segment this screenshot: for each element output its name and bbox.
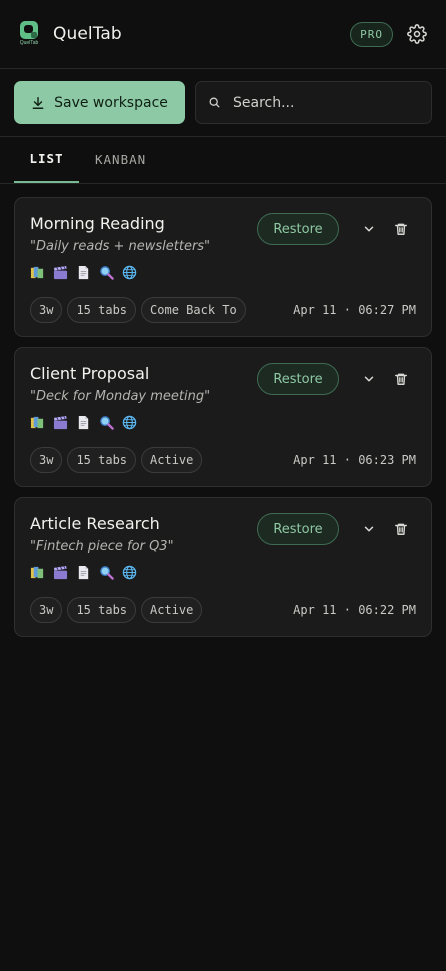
expand-button[interactable] — [355, 515, 383, 543]
globe-icon — [122, 415, 137, 429]
favicon-row — [30, 564, 416, 580]
pro-badge[interactable]: PRO — [350, 21, 393, 47]
expand-button[interactable] — [355, 365, 383, 393]
workspace-meta: 3w 15 tabs Active Apr 11 · 06:23 PM — [30, 447, 416, 473]
favicon-row — [30, 264, 416, 280]
workspace-timestamp: Apr 11 · 06:22 PM — [293, 603, 416, 617]
age-pill: 3w — [30, 447, 63, 473]
document-icon — [78, 265, 89, 279]
tab-count-pill: 15 tabs — [67, 597, 137, 623]
books-icon — [30, 416, 44, 428]
expand-button[interactable] — [355, 215, 383, 243]
download-icon — [32, 96, 44, 109]
logo-icon — [20, 21, 38, 39]
clapper-icon — [53, 415, 68, 429]
tab-kanban[interactable]: KANBAN — [79, 136, 162, 183]
document-icon — [78, 565, 89, 579]
app-logo: QuelTab — [17, 21, 41, 47]
delete-button[interactable] — [387, 365, 415, 393]
app-root: QuelTab QuelTab PRO Save workspace LIST — [0, 0, 446, 971]
workspace-card: Client Proposal "Deck for Monday meeting… — [14, 347, 432, 487]
restore-button[interactable]: Restore — [257, 363, 339, 395]
tab-count-pill: 15 tabs — [67, 297, 137, 323]
search-input[interactable] — [233, 94, 419, 111]
magnifier-icon — [100, 265, 114, 280]
view-tabs: LIST KANBAN — [0, 137, 446, 184]
restore-button[interactable]: Restore — [257, 213, 339, 245]
workspace-meta: 3w 15 tabs Active Apr 11 · 06:22 PM — [30, 597, 416, 623]
gear-icon — [407, 24, 427, 44]
workspace-card: Article Research "Fintech piece for Q3" … — [14, 497, 432, 637]
trash-icon — [395, 373, 407, 385]
workspace-list: Morning Reading "Daily reads + newslette… — [0, 184, 446, 637]
tab-count-pill: 15 tabs — [67, 447, 137, 473]
search-box[interactable] — [195, 81, 432, 124]
workspace-timestamp: Apr 11 · 06:27 PM — [293, 303, 416, 317]
globe-icon — [122, 565, 137, 579]
header: QuelTab QuelTab PRO — [0, 0, 446, 69]
search-icon — [209, 97, 220, 108]
document-icon — [78, 415, 89, 429]
settings-button[interactable] — [405, 22, 429, 46]
age-pill: 3w — [30, 297, 63, 323]
chevron-down-icon — [364, 376, 374, 382]
books-icon — [30, 266, 44, 278]
workspace-meta: 3w 15 tabs Come Back To Apr 11 · 06:27 P… — [30, 297, 416, 323]
chevron-down-icon — [364, 226, 374, 232]
restore-button[interactable]: Restore — [257, 513, 339, 545]
clapper-icon — [53, 265, 68, 279]
magnifier-icon — [100, 565, 114, 580]
age-pill: 3w — [30, 597, 63, 623]
toolbar: Save workspace — [0, 69, 446, 137]
magnifier-icon — [100, 415, 114, 430]
globe-icon — [122, 265, 137, 279]
workspace-actions: Restore — [257, 213, 415, 245]
workspace-actions: Restore — [257, 363, 415, 395]
app-title: QuelTab — [53, 24, 122, 44]
save-workspace-label: Save workspace — [54, 94, 168, 111]
delete-button[interactable] — [387, 515, 415, 543]
status-pill[interactable]: Active — [141, 447, 203, 473]
workspace-actions: Restore — [257, 513, 415, 545]
tab-list[interactable]: LIST — [14, 136, 79, 183]
clapper-icon — [53, 565, 68, 579]
logo-text: QuelTab — [19, 40, 39, 46]
status-pill[interactable]: Active — [141, 597, 203, 623]
trash-icon — [395, 223, 407, 235]
workspace-card: Morning Reading "Daily reads + newslette… — [14, 197, 432, 337]
delete-button[interactable] — [387, 215, 415, 243]
books-icon — [30, 566, 44, 578]
save-workspace-button[interactable]: Save workspace — [14, 81, 185, 124]
favicon-row — [30, 414, 416, 430]
status-pill[interactable]: Come Back To — [141, 297, 246, 323]
workspace-timestamp: Apr 11 · 06:23 PM — [293, 453, 416, 467]
chevron-down-icon — [364, 526, 374, 532]
trash-icon — [395, 523, 407, 535]
